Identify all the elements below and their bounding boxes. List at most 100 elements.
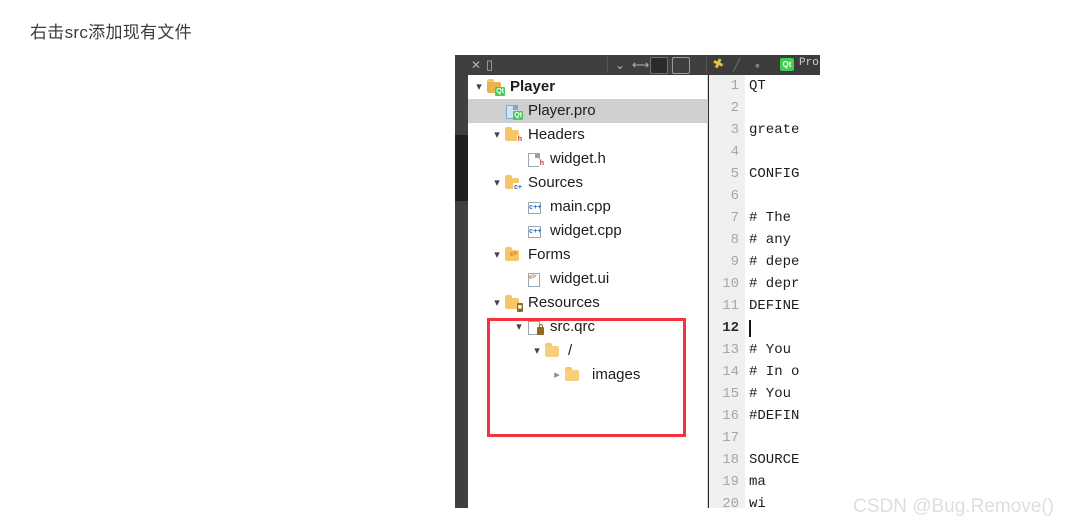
tree-item-player[interactable]: ▾ Qt Player: [468, 75, 707, 99]
toolbar-divider-1: [607, 57, 608, 73]
tree-item-headers[interactable]: ▾ h Headers: [468, 123, 707, 147]
tree-item-label: widget.h: [550, 150, 606, 167]
chevron-down-icon[interactable]: ▾: [490, 171, 504, 195]
header-file-icon: h: [526, 151, 545, 168]
line-text: #DEFIN: [749, 408, 800, 424]
toolbar-trailing-label: Pro: [799, 57, 819, 69]
qrc-file-icon: [526, 319, 544, 335]
tree-item-label: Resources: [528, 294, 600, 311]
line-text: # depr: [749, 276, 800, 292]
line-number: 16: [722, 408, 739, 424]
tree-item-player-pro[interactable]: Qt Player.pro: [468, 99, 707, 123]
forms-folder-icon: ✏: [504, 247, 522, 263]
line-text: # The: [749, 210, 792, 226]
line-number: 13: [722, 342, 739, 358]
tree-item-widget-ui[interactable]: ✏ widget.ui: [468, 267, 707, 291]
line-number: 6: [730, 188, 739, 204]
chevron-down-icon[interactable]: ▾: [490, 123, 504, 147]
tree-item-src-qrc[interactable]: ▾ src.qrc: [468, 315, 707, 339]
mode-selector-active-item[interactable]: [455, 135, 468, 201]
code-line: 13 # You: [708, 339, 820, 361]
tree-item-label: Player.pro: [528, 102, 596, 119]
split-icon[interactable]: ▯: [486, 56, 493, 74]
projects-toolbar: ✕ ▯ ⌄ ⟷ ✖ ╱ ▪ Qt Pro: [455, 55, 820, 75]
toolbar-divider-2: [706, 57, 707, 73]
tree-item-images[interactable]: ▸ images: [468, 363, 707, 387]
code-line: 16 #DEFIN: [708, 405, 820, 427]
tree-item-resources[interactable]: ▾ ■ Resources: [468, 291, 707, 315]
slash-icon: ╱: [733, 58, 741, 72]
tree-item-widget-cpp[interactable]: c++ widget.cpp: [468, 219, 707, 243]
line-number: 15: [722, 386, 739, 402]
dropdown-icon[interactable]: ⌄: [615, 56, 625, 74]
chevron-down-icon[interactable]: ▾: [512, 315, 526, 339]
line-number: 11: [722, 298, 739, 314]
chevron-right-icon[interactable]: ▸: [550, 363, 564, 387]
line-text: # You: [749, 342, 792, 358]
tree-item-label: Headers: [528, 126, 585, 143]
tree-item-prefix-root[interactable]: ▾ /: [468, 339, 707, 363]
line-text: CONFIG: [749, 166, 800, 182]
line-number: 8: [730, 232, 739, 248]
tree-item-label: images: [592, 366, 641, 383]
line-number: 14: [722, 364, 739, 380]
line-number: 18: [722, 452, 739, 468]
tree-item-label: src.qrc: [550, 318, 595, 335]
sources-folder-icon: c+: [504, 175, 523, 192]
line-number: 10: [722, 276, 739, 292]
chevron-down-icon[interactable]: ▾: [490, 291, 504, 315]
code-lines[interactable]: 1 QT 2 3 greate 4 5 CONFIG 6 7 # The 8 # any …: [708, 75, 820, 508]
code-line: 5 CONFIG: [708, 163, 820, 185]
stop-icon[interactable]: ▪: [755, 56, 760, 74]
tree-item-sources[interactable]: ▾ c+ Sources: [468, 171, 707, 195]
code-line: 9 # depe: [708, 251, 820, 273]
code-line: 1 QT: [708, 75, 820, 97]
tree-item-widget-h[interactable]: h widget.h: [468, 147, 707, 171]
page-caption: 右击src添加现有文件: [30, 23, 192, 42]
tree-item-label: widget.cpp: [550, 222, 622, 239]
code-line: 6: [708, 185, 820, 207]
prefix-folder-icon: [544, 343, 562, 359]
csdn-watermark: CSDN @Bug.Remove(): [853, 496, 1054, 517]
chevron-down-icon[interactable]: ▾: [472, 75, 486, 99]
line-number: 1: [730, 78, 739, 94]
tree-item-label: /: [568, 342, 573, 359]
line-text: # depe: [749, 254, 800, 270]
chevron-down-icon[interactable]: ▾: [490, 243, 504, 267]
code-line: 15 # You: [708, 383, 820, 405]
line-number: 7: [730, 210, 739, 226]
headers-folder-icon: h: [504, 127, 523, 144]
tree-item-label: Player: [510, 78, 556, 95]
chevron-down-icon[interactable]: ▾: [530, 339, 544, 363]
code-line: 18 SOURCE: [708, 449, 820, 471]
line-text: ma: [749, 474, 766, 490]
code-line: 14 # In o: [708, 361, 820, 383]
line-text: SOURCE: [749, 452, 800, 468]
link-icon[interactable]: ⟷: [632, 56, 649, 74]
cpp-file-icon: c++: [528, 202, 542, 214]
text-caret: [749, 320, 751, 337]
tree-item-main-cpp[interactable]: c++ main.cpp: [468, 195, 707, 219]
code-line: 8 # any: [708, 229, 820, 251]
mode-selector-strip[interactable]: [455, 55, 468, 508]
code-line: 3 greate: [708, 119, 820, 141]
line-number: 4: [730, 144, 739, 160]
filter-icon[interactable]: ✕: [471, 56, 481, 74]
code-line: 17: [708, 427, 820, 449]
tree-item-forms[interactable]: ▾ ✏ Forms: [468, 243, 707, 267]
project-tree[interactable]: ▾ Qt Player Qt Player.pro ▾ h Headers h …: [468, 75, 708, 508]
split-horizontal-icon[interactable]: [650, 57, 668, 74]
code-line-current: 12: [708, 317, 820, 339]
code-editor[interactable]: 1 QT 2 3 greate 4 5 CONFIG 6 7 # The 8 # any …: [708, 75, 820, 508]
qt-badge-icon: Qt: [780, 58, 794, 71]
code-line: 20 wi: [708, 493, 820, 508]
resources-folder-icon: ■: [504, 295, 523, 312]
split-vertical-icon[interactable]: [672, 57, 690, 74]
ui-file-icon: ✏: [526, 271, 544, 287]
tree-item-label: widget.ui: [550, 270, 610, 287]
line-number: 5: [730, 166, 739, 182]
qt-project-folder-icon: Qt: [486, 79, 505, 96]
line-text: DEFINE: [749, 298, 800, 314]
line-text: wi: [749, 496, 766, 508]
code-line: 7 # The: [708, 207, 820, 229]
